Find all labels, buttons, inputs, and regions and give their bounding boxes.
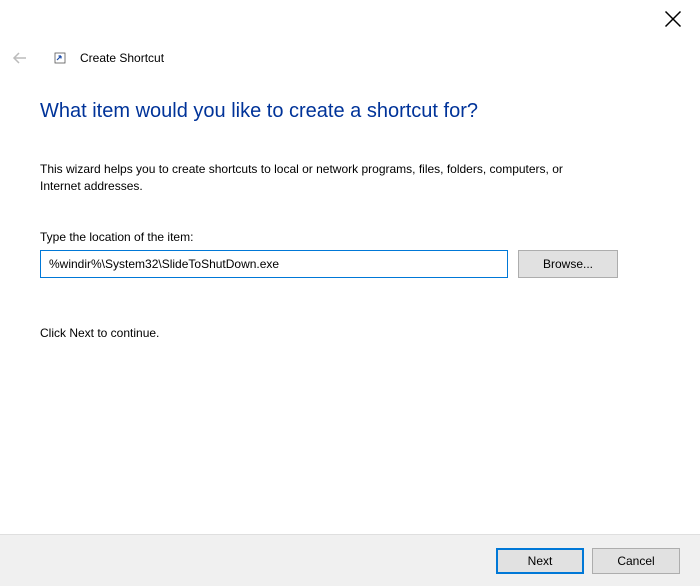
input-label: Type the location of the item: [40, 230, 640, 244]
next-button[interactable]: Next [496, 548, 584, 574]
page-heading: What item would you like to create a sho… [40, 100, 640, 123]
cancel-button[interactable]: Cancel [592, 548, 680, 574]
window-title: Create Shortcut [80, 51, 164, 65]
content-area: What item would you like to create a sho… [40, 100, 640, 340]
shortcut-icon [52, 50, 68, 66]
header-row: Create Shortcut [10, 48, 690, 68]
browse-button[interactable]: Browse... [518, 250, 618, 278]
footer-bar: Next Cancel [0, 534, 700, 586]
back-arrow-icon [11, 49, 29, 67]
location-input[interactable] [40, 250, 508, 278]
close-icon [664, 10, 682, 28]
description-text: This wizard helps you to create shortcut… [40, 161, 600, 196]
back-button [10, 48, 30, 68]
input-row: Browse... [40, 250, 640, 278]
close-button[interactable] [664, 10, 682, 28]
continue-instruction: Click Next to continue. [40, 326, 640, 340]
